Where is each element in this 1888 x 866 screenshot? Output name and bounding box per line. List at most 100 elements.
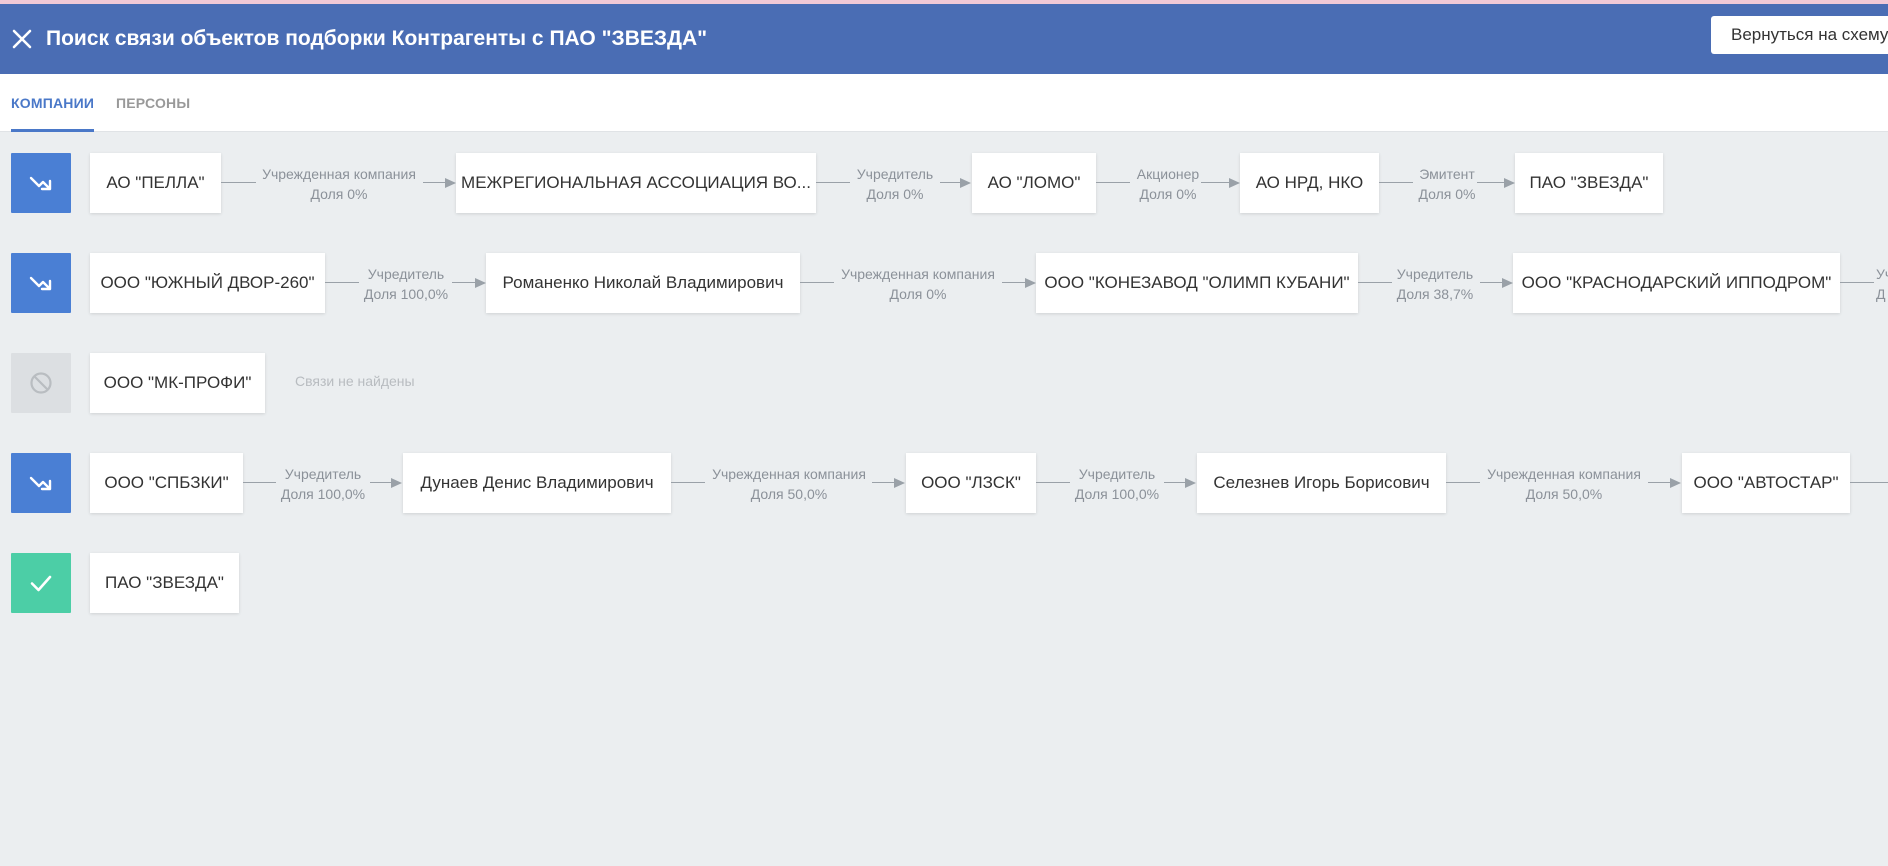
link-type: Учредитель — [284, 466, 362, 482]
person-node[interactable]: Дунаев Денис Владимирович — [403, 453, 671, 513]
link-line — [1648, 482, 1670, 483]
expand-path-button[interactable] — [11, 153, 71, 213]
company-node[interactable]: МЕЖРЕГИОНАЛЬНАЯ АССОЦИАЦИЯ ВО... — [456, 153, 816, 213]
path-row: АО "ПЕЛЛА" Учрежденная компания Доля 0% М… — [0, 153, 1888, 213]
block-icon — [30, 372, 52, 394]
link-type: Учрежденная компания — [262, 166, 416, 182]
link-line — [1164, 482, 1185, 483]
company-node[interactable]: АО "ПЕЛЛА" — [90, 153, 221, 213]
link-type: Учрежденная компания — [1487, 466, 1641, 482]
path-row: ПАО "ЗВЕЗДА" — [0, 553, 1888, 613]
tab-companies[interactable]: КОМПАНИИ — [11, 74, 95, 132]
link-share: Доля 50,0% — [1525, 486, 1603, 502]
link-line — [1446, 482, 1480, 483]
path-row: ООО "МК-ПРОФИ" Связи не найдены — [0, 353, 1888, 413]
link-line — [1477, 182, 1504, 183]
no-path-indicator — [11, 353, 71, 413]
link-label: Учрежденная компания Доля 50,0% — [1479, 464, 1649, 504]
company-node[interactable]: ООО "ЮЖНЫЙ ДВОР-260" — [90, 253, 325, 313]
page-title: Поиск связи объектов подборки Контрагент… — [46, 27, 708, 50]
link-label: Учредитель Доля 100,0% — [321, 264, 491, 304]
target-indicator — [11, 553, 71, 613]
link-arrow — [445, 178, 456, 188]
link-label-truncated: Уч Д — [1876, 264, 1888, 304]
link-line — [800, 282, 834, 283]
person-node[interactable]: Селезнев Игорь Борисович — [1197, 453, 1446, 513]
no-links-message: Связи не найдены — [295, 373, 415, 389]
link-type: Акционер — [1136, 166, 1200, 182]
link-arrow — [1025, 278, 1036, 288]
company-node[interactable]: АО НРД, НКО — [1240, 153, 1379, 213]
link-label: Учрежденная компания Доля 50,0% — [704, 464, 874, 504]
link-type: Уч — [1876, 266, 1888, 282]
trending-up-icon — [29, 476, 52, 491]
link-arrow — [894, 478, 905, 488]
link-share: Доля 100,0% — [1074, 486, 1160, 502]
path-row: ООО "СПБЗКИ" Учредитель Доля 100,0% Дунае… — [0, 453, 1888, 513]
company-node[interactable]: ООО "АВТОСТАР" — [1682, 453, 1850, 513]
company-node[interactable]: ООО "КОНЕЗАВОД "ОЛИМП КУБАНИ" — [1036, 253, 1358, 313]
link-line — [221, 182, 256, 183]
link-share: Доля 0% — [866, 186, 924, 202]
company-node[interactable]: ООО "КРАСНОДАРСКИЙ ИППОДРОМ" — [1513, 253, 1840, 313]
link-arrow — [1185, 478, 1196, 488]
link-arrow — [391, 478, 402, 488]
person-node[interactable]: Романенко Николай Владимирович — [486, 253, 800, 313]
link-arrow — [1504, 178, 1515, 188]
link-share: Доля 0% — [1139, 186, 1197, 202]
company-node[interactable]: ПАО "ЗВЕЗДА" — [90, 553, 239, 613]
link-label: Учрежденная компания Доля 0% — [833, 264, 1003, 304]
link-label: Учрежденная компания Доля 0% — [254, 164, 424, 204]
close-button[interactable] — [2, 19, 42, 59]
link-line — [370, 482, 391, 483]
link-label: Учредитель Доля 38,7% — [1350, 264, 1520, 304]
expand-path-button[interactable] — [11, 453, 71, 513]
company-node[interactable]: АО "ЛОМО" — [972, 153, 1096, 213]
trending-up-icon — [29, 276, 52, 291]
link-arrow — [960, 178, 971, 188]
link-arrow — [475, 278, 486, 288]
link-line — [872, 482, 894, 483]
link-line — [423, 182, 445, 183]
company-node[interactable]: ПАО "ЗВЕЗДА" — [1515, 153, 1663, 213]
link-line — [1480, 282, 1502, 283]
back-to-diagram-button[interactable]: Вернуться на схему — [1711, 16, 1888, 54]
company-node[interactable]: ООО "ЛЗСК" — [906, 453, 1036, 513]
link-line — [452, 282, 475, 283]
link-line — [1002, 282, 1025, 283]
tab-bar: КОМПАНИИ ПЕРСОНЫ — [0, 74, 1888, 132]
link-arrow — [1229, 178, 1240, 188]
expand-path-button[interactable] — [11, 253, 71, 313]
link-line — [1201, 182, 1229, 183]
check-icon — [30, 575, 52, 592]
link-line — [940, 182, 960, 183]
path-row: ООО "ЮЖНЫЙ ДВОР-260" Учредитель Доля 100,… — [0, 253, 1888, 313]
close-icon — [12, 29, 32, 49]
link-type: Учредитель — [856, 166, 934, 182]
link-label: Учредитель Доля 100,0% — [1032, 464, 1202, 504]
company-node[interactable]: ООО "МК-ПРОФИ" — [90, 353, 265, 413]
trending-up-icon — [29, 176, 52, 191]
link-arrow — [1502, 278, 1513, 288]
link-type: Учрежденная компания — [841, 266, 995, 282]
link-type: Учредитель — [367, 266, 445, 282]
page-header: Поиск связи объектов подборки Контрагент… — [0, 4, 1888, 74]
link-share: Доля 100,0% — [363, 286, 449, 302]
link-share: Доля 0% — [310, 186, 368, 202]
tab-persons[interactable]: ПЕРСОНЫ — [116, 74, 190, 132]
link-line — [1840, 282, 1874, 283]
link-label: Учредитель Доля 100,0% — [238, 464, 408, 504]
link-line — [1850, 482, 1888, 483]
link-line — [671, 482, 705, 483]
link-type: Учрежденная компания — [712, 466, 866, 482]
link-share: Доля 38,7% — [1396, 286, 1474, 302]
link-share: Доля 50,0% — [750, 486, 828, 502]
link-type: Учредитель — [1396, 266, 1474, 282]
link-share: Доля 0% — [889, 286, 947, 302]
link-label: Акционер Доля 0% — [1083, 164, 1253, 204]
company-node[interactable]: ООО "СПБЗКИ" — [90, 453, 243, 513]
link-type: Учредитель — [1078, 466, 1156, 482]
link-label: Учредитель Доля 0% — [810, 164, 980, 204]
link-share: Д — [1876, 286, 1886, 302]
link-share: Доля 100,0% — [280, 486, 366, 502]
